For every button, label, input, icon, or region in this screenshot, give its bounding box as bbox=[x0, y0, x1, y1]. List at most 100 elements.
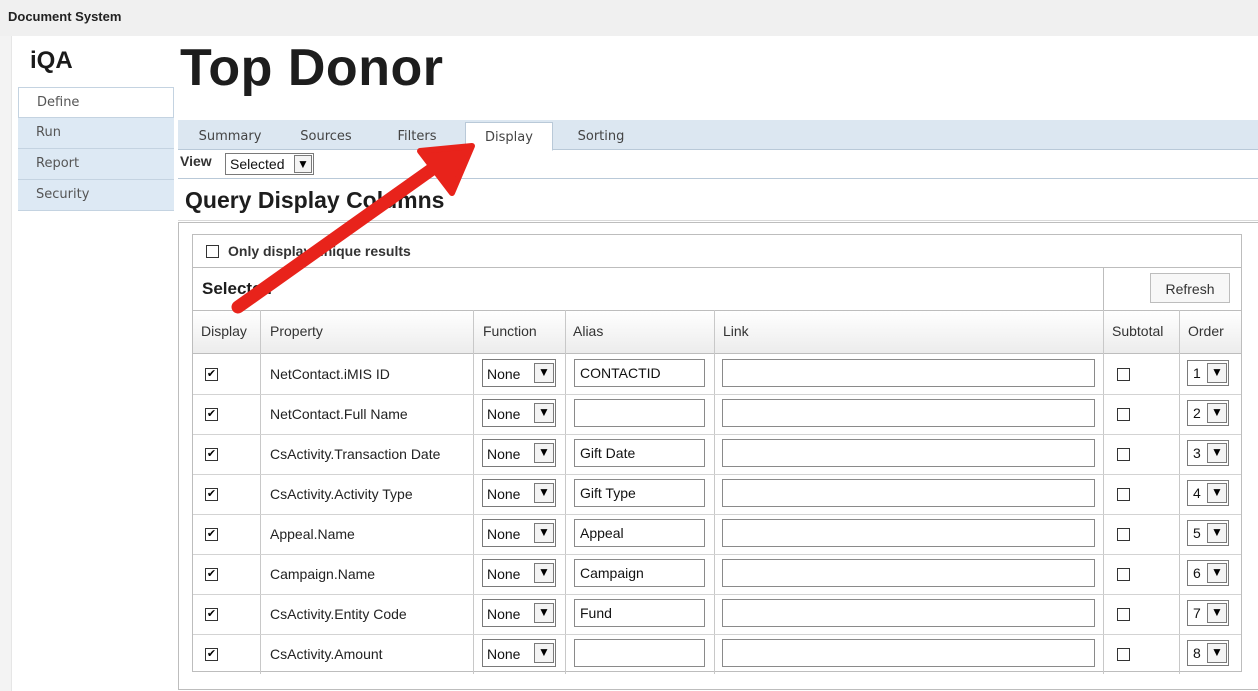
tab-summary[interactable]: Summary bbox=[190, 122, 270, 150]
order-select-value: 6 bbox=[1193, 565, 1201, 581]
alias-input[interactable]: Gift Type bbox=[574, 479, 705, 507]
subtotal-checkbox[interactable] bbox=[1117, 568, 1130, 581]
alias-input[interactable]: Fund bbox=[574, 599, 705, 627]
subtotal-checkbox[interactable] bbox=[1117, 608, 1130, 621]
order-select-value: 3 bbox=[1193, 445, 1201, 461]
chevron-down-icon: ▼ bbox=[1207, 643, 1227, 663]
column-header-alias: Alias bbox=[573, 323, 604, 339]
tab-sorting[interactable]: Sorting bbox=[566, 122, 636, 150]
subtotal-checkbox[interactable] bbox=[1117, 528, 1130, 541]
chevron-down-icon: ▼ bbox=[534, 643, 554, 663]
order-select[interactable]: 7 ▼ bbox=[1187, 600, 1229, 626]
subtotal-checkbox[interactable] bbox=[1117, 448, 1130, 461]
checkmark-icon: ✔ bbox=[206, 568, 217, 580]
order-select[interactable]: 1 ▼ bbox=[1187, 360, 1229, 386]
row-divider bbox=[193, 554, 1241, 555]
alias-input[interactable] bbox=[574, 639, 705, 667]
alias-input[interactable]: CONTACTID bbox=[574, 359, 705, 387]
display-checkbox[interactable]: ✔ bbox=[205, 408, 218, 421]
order-select-value: 1 bbox=[1193, 365, 1201, 381]
function-select[interactable]: None ▼ bbox=[482, 639, 556, 667]
order-select-value: 2 bbox=[1193, 405, 1201, 421]
order-select[interactable]: 5 ▼ bbox=[1187, 520, 1229, 546]
alias-input[interactable] bbox=[574, 399, 705, 427]
chevron-down-icon: ▼ bbox=[1207, 523, 1227, 543]
checkmark-icon: ✔ bbox=[206, 408, 217, 420]
property-name: NetContact.Full Name bbox=[270, 406, 408, 422]
unique-results-label: Only display unique results bbox=[228, 243, 411, 259]
divider bbox=[178, 178, 1258, 179]
subtotal-checkbox[interactable] bbox=[1117, 368, 1130, 381]
chevron-down-icon: ▼ bbox=[534, 563, 554, 583]
column-header-property: Property bbox=[270, 323, 323, 339]
section-title: Query Display Columns bbox=[185, 187, 445, 213]
unique-results-checkbox[interactable] bbox=[206, 245, 219, 258]
order-select[interactable]: 3 ▼ bbox=[1187, 440, 1229, 466]
property-name: CsActivity.Activity Type bbox=[270, 486, 413, 502]
sidebar-item-report[interactable]: Report bbox=[18, 149, 174, 180]
column-header-order: Order bbox=[1188, 323, 1224, 339]
subtotal-checkbox[interactable] bbox=[1117, 648, 1130, 661]
column-header-link: Link bbox=[723, 323, 749, 339]
column-header-subtotal: Subtotal bbox=[1112, 323, 1164, 339]
order-select[interactable]: 6 ▼ bbox=[1187, 560, 1229, 586]
selected-panel-title: Selected bbox=[202, 279, 272, 298]
display-checkbox[interactable]: ✔ bbox=[205, 608, 218, 621]
app-name: iQA bbox=[30, 47, 73, 74]
tab-display[interactable]: Display bbox=[465, 122, 553, 151]
property-name: CsActivity.Entity Code bbox=[270, 606, 407, 622]
alias-input[interactable]: Gift Date bbox=[574, 439, 705, 467]
row-divider bbox=[193, 514, 1241, 515]
link-input[interactable] bbox=[722, 559, 1095, 587]
display-checkbox[interactable]: ✔ bbox=[205, 448, 218, 461]
link-input[interactable] bbox=[722, 639, 1095, 667]
link-input[interactable] bbox=[722, 519, 1095, 547]
function-select[interactable]: None ▼ bbox=[482, 519, 556, 547]
order-select-value: 7 bbox=[1193, 605, 1201, 621]
link-input[interactable] bbox=[722, 439, 1095, 467]
tab-strip: Summary Sources Filters Display Sorting bbox=[178, 120, 1258, 151]
function-select[interactable]: None ▼ bbox=[482, 399, 556, 427]
order-select[interactable]: 4 ▼ bbox=[1187, 480, 1229, 506]
link-input[interactable] bbox=[722, 599, 1095, 627]
chevron-down-icon: ▼ bbox=[534, 523, 554, 543]
alias-input[interactable]: Campaign bbox=[574, 559, 705, 587]
checkmark-icon: ✔ bbox=[206, 608, 217, 620]
sidebar-item-define[interactable]: Define bbox=[18, 87, 174, 118]
view-select[interactable]: Selected ▼ bbox=[225, 153, 314, 175]
alias-input[interactable]: Appeal bbox=[574, 519, 705, 547]
subtotal-checkbox[interactable] bbox=[1117, 488, 1130, 501]
subtotal-checkbox[interactable] bbox=[1117, 408, 1130, 421]
display-checkbox[interactable]: ✔ bbox=[205, 528, 218, 541]
row-divider bbox=[193, 594, 1241, 595]
function-select[interactable]: None ▼ bbox=[482, 559, 556, 587]
chevron-down-icon: ▼ bbox=[534, 403, 554, 423]
function-select[interactable]: None ▼ bbox=[482, 479, 556, 507]
refresh-button[interactable]: Refresh bbox=[1150, 273, 1230, 303]
function-select-value: None bbox=[487, 446, 521, 462]
page-title: Top Donor bbox=[180, 39, 444, 97]
link-input[interactable] bbox=[722, 359, 1095, 387]
sidebar-item-run[interactable]: Run bbox=[18, 118, 174, 149]
link-input[interactable] bbox=[722, 399, 1095, 427]
tab-sources[interactable]: Sources bbox=[286, 122, 366, 150]
function-select-value: None bbox=[487, 486, 521, 502]
function-select[interactable]: None ▼ bbox=[482, 599, 556, 627]
function-select[interactable]: None ▼ bbox=[482, 439, 556, 467]
display-checkbox[interactable]: ✔ bbox=[205, 648, 218, 661]
row-divider bbox=[193, 634, 1241, 635]
display-checkbox[interactable]: ✔ bbox=[205, 368, 218, 381]
link-input[interactable] bbox=[722, 479, 1095, 507]
display-checkbox[interactable]: ✔ bbox=[205, 488, 218, 501]
chevron-down-icon: ▼ bbox=[1207, 603, 1227, 623]
tab-filters[interactable]: Filters bbox=[382, 122, 452, 150]
function-select[interactable]: None ▼ bbox=[482, 359, 556, 387]
function-select-value: None bbox=[487, 366, 521, 382]
divider bbox=[1103, 268, 1104, 310]
order-select[interactable]: 8 ▼ bbox=[1187, 640, 1229, 666]
display-checkbox[interactable]: ✔ bbox=[205, 568, 218, 581]
order-select[interactable]: 2 ▼ bbox=[1187, 400, 1229, 426]
sidebar-item-security[interactable]: Security bbox=[18, 180, 174, 211]
column-header-function: Function bbox=[483, 323, 537, 339]
column-header-display: Display bbox=[201, 323, 247, 339]
